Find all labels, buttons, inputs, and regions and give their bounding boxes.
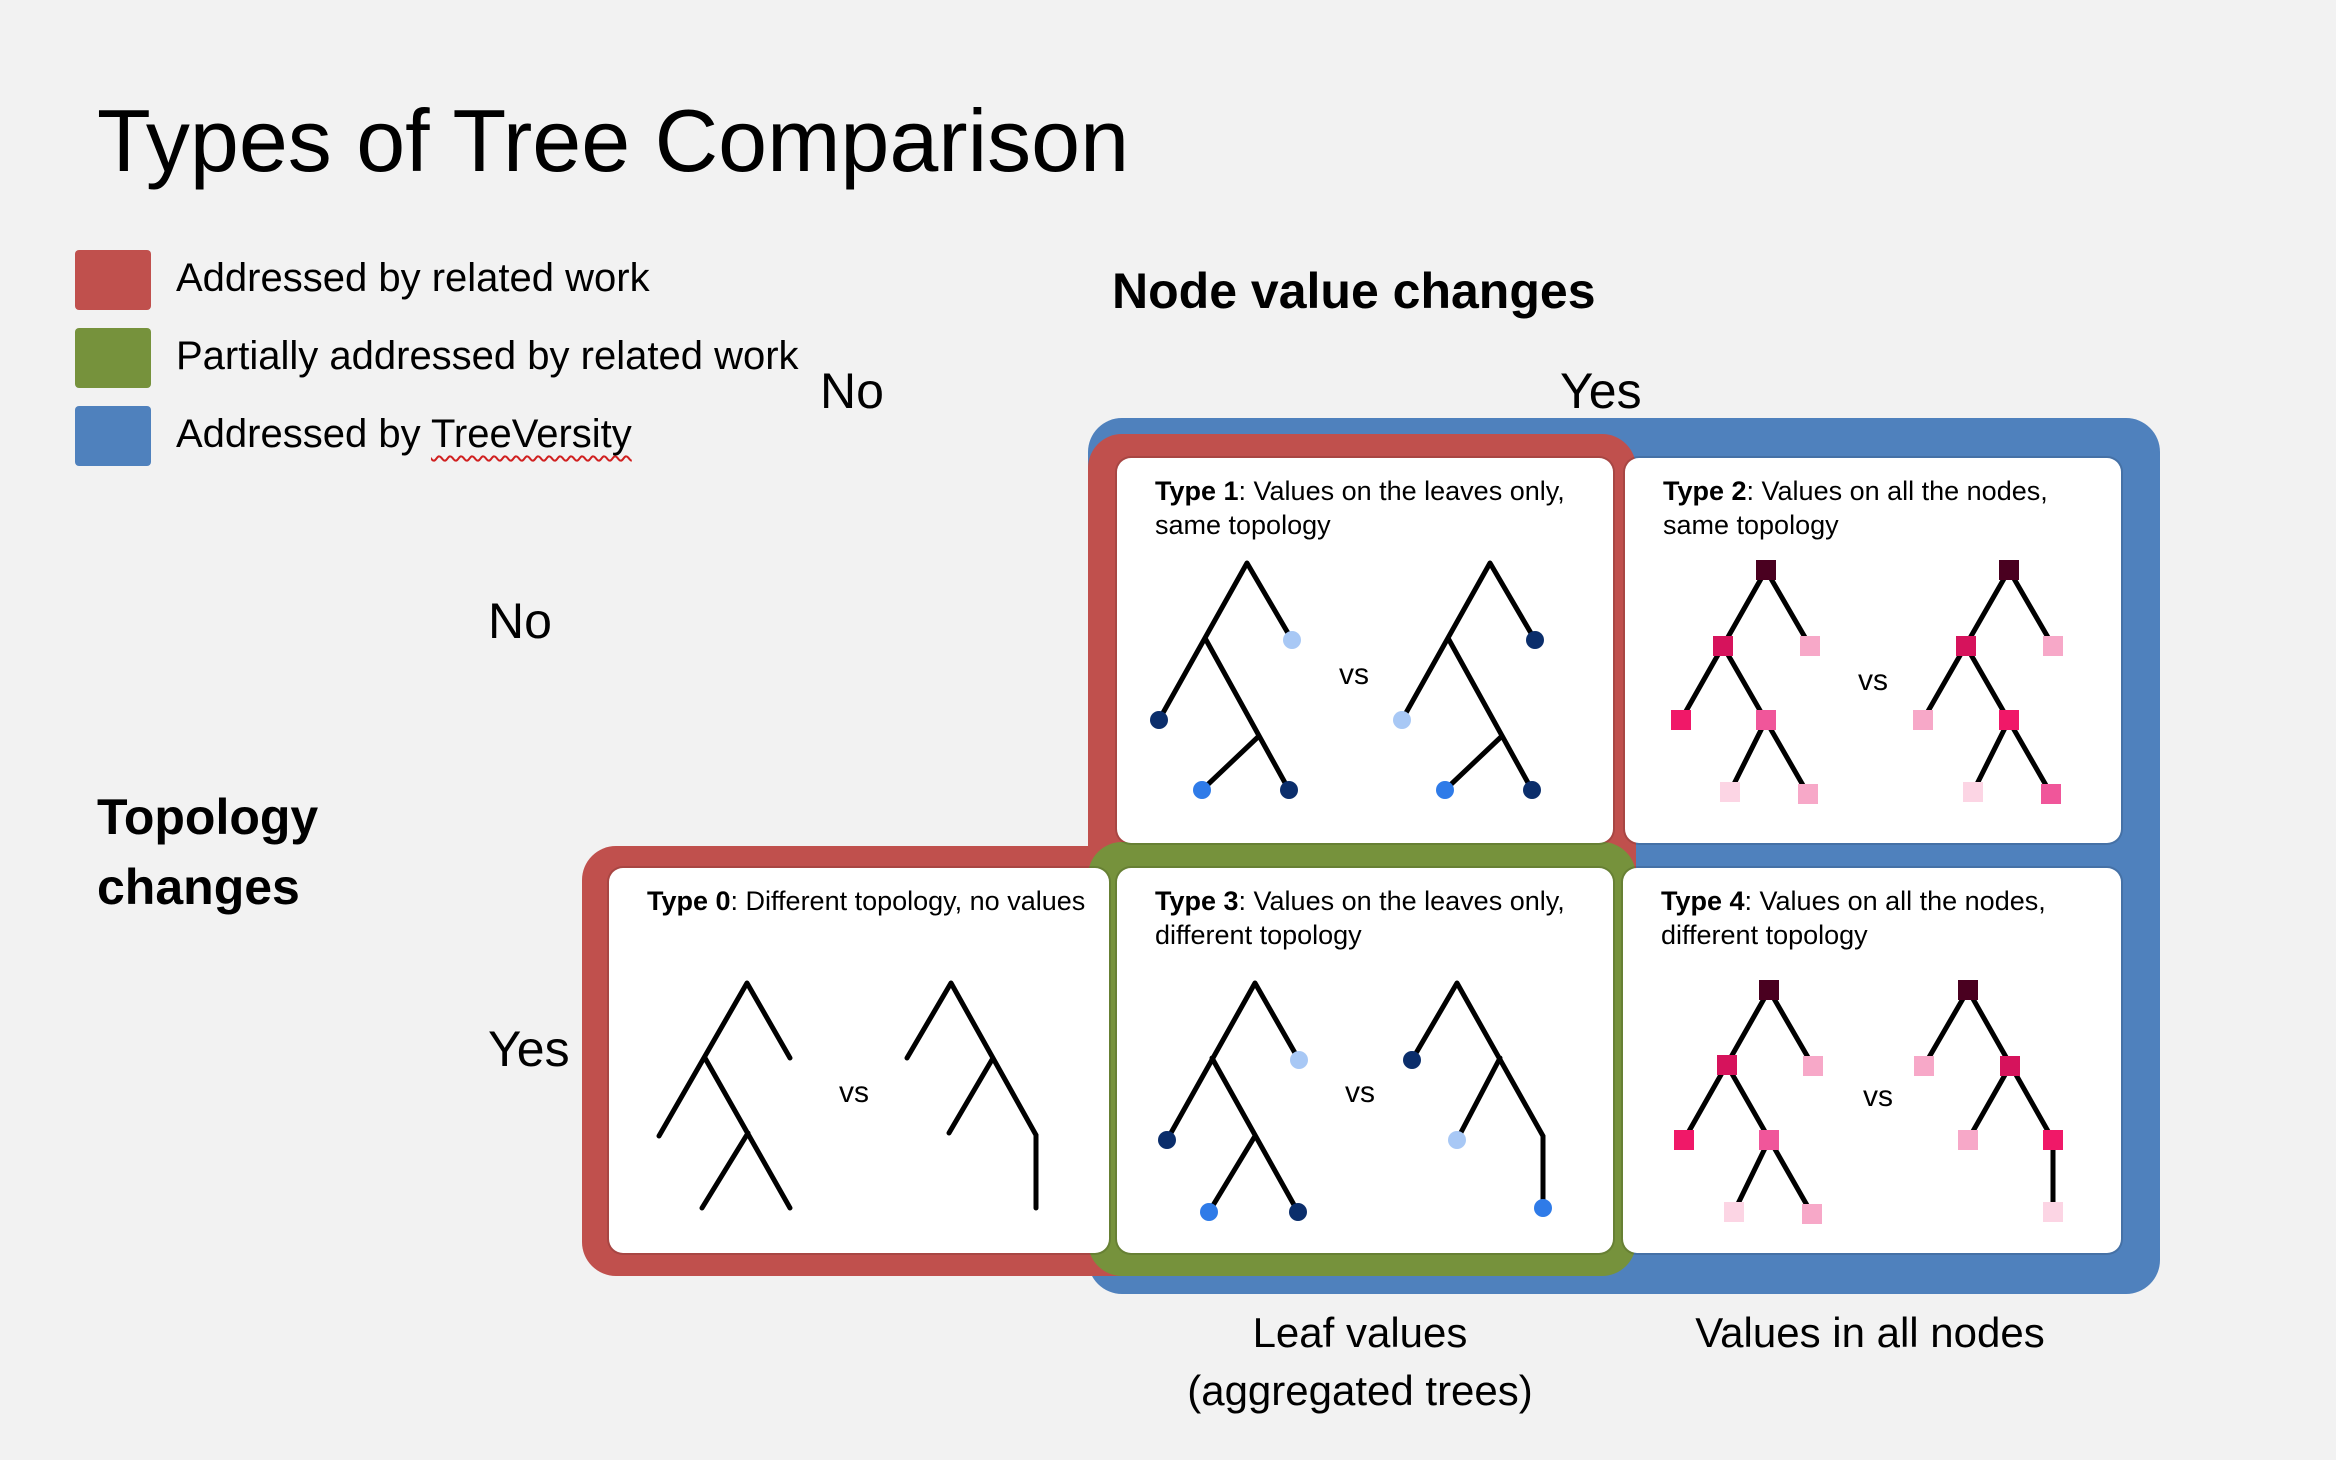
type3-left-leaf-top	[1290, 1051, 1308, 1069]
legend-label-related-work: Addressed by related work	[176, 256, 650, 300]
type1-left-leaf-mid	[1150, 711, 1168, 729]
type2-trees	[1671, 560, 2063, 804]
panel-type3: Type 3: Values on the leaves only, diffe…	[1117, 868, 1613, 1253]
type4-right-leaf-top	[1914, 1056, 1934, 1076]
footer-all-nodes: Values in all nodes	[1695, 1309, 2045, 1356]
type3-trees	[1158, 980, 1552, 1221]
type2-right-leaf-top	[2043, 636, 2063, 656]
type3-left-leaf-mid	[1158, 1131, 1176, 1149]
legend-label-treeversity-prefix: Addressed by	[176, 412, 431, 456]
node-value-changes-heading: Node value changes	[1112, 263, 1596, 319]
legend-swatch-blue	[75, 406, 151, 466]
type4-left-leaf-top	[1803, 1056, 1823, 1076]
type4-right-leaf-mid	[1958, 1130, 1978, 1150]
type4-right-inner2	[2043, 1130, 2063, 1150]
type1-left-leaf-bl	[1193, 781, 1211, 799]
type2-left-root	[1756, 560, 1776, 580]
type3-vs: vs	[1345, 1076, 1375, 1109]
type4-vs: vs	[1863, 1080, 1893, 1113]
type2-vs: vs	[1858, 664, 1888, 697]
type3-right-leaf-top	[1403, 1051, 1421, 1069]
type0-vs: vs	[839, 1076, 869, 1109]
panel-type2: Type 2: Values on all the nodes, same to…	[1625, 458, 2121, 843]
topology-changes-heading-line2: changes	[97, 859, 300, 915]
topology-changes-heading-line1: Topology	[97, 789, 319, 845]
type4-left-root	[1759, 980, 1779, 1000]
panel-type1: Type 1: Values on the leaves only, same …	[1117, 458, 1613, 843]
type2-left-inner2	[1756, 710, 1776, 730]
type1-right-leaf-mid	[1393, 711, 1411, 729]
type2-left-leaf-mid	[1671, 710, 1691, 730]
type2-left-leaf-bl	[1720, 782, 1740, 802]
type3-right-leaf-br	[1534, 1199, 1552, 1217]
topology-no-label: No	[488, 593, 552, 649]
panel-type4: Type 4: Values on all the nodes, differe…	[1623, 868, 2121, 1253]
page-title: Types of Tree Comparison	[97, 91, 1130, 190]
node-value-yes-label: Yes	[1560, 363, 1642, 419]
type2-right-inner2	[1999, 710, 2019, 730]
type2-right-leaf-mid	[1913, 710, 1933, 730]
type4-left-leaf-br	[1802, 1204, 1822, 1224]
type2-left-leaf-br	[1798, 784, 1818, 804]
type1-vs: vs	[1339, 658, 1369, 691]
footer-leaf-values-line2: (aggregated trees)	[1187, 1367, 1533, 1414]
type2-right-leaf-bl	[1963, 782, 1983, 802]
legend-swatch-green	[75, 328, 151, 388]
type0-trees	[656, 980, 1039, 1211]
type3-right-leaf-mid	[1448, 1131, 1466, 1149]
type3-left-leaf-bl	[1200, 1203, 1218, 1221]
type4-trees	[1674, 980, 2063, 1224]
type1-left-leaf-br	[1280, 781, 1298, 799]
type4-left-inner2	[1759, 1130, 1779, 1150]
type4-right-leaf-br	[2043, 1202, 2063, 1222]
type2-left-inner	[1713, 636, 1733, 656]
type1-right-leaf-top	[1526, 631, 1544, 649]
type3-left-leaf-br	[1289, 1203, 1307, 1221]
type2-left-leaf-top	[1800, 636, 1820, 656]
type4-left-leaf-bl	[1724, 1202, 1744, 1222]
type4-right-root	[1958, 980, 1978, 1000]
type4-left-leaf-mid	[1674, 1130, 1694, 1150]
type1-left-leaf-top	[1283, 631, 1301, 649]
footer-leaf-values: Leaf values (aggregated trees)	[1160, 1304, 1560, 1420]
legend-label-partially-related-work: Partially addressed by related work	[176, 334, 799, 378]
footer-leaf-values-line1: Leaf values	[1252, 1309, 1468, 1356]
legend-swatch-red	[75, 250, 151, 310]
topology-yes-label: Yes	[488, 1021, 570, 1077]
type4-right-inner	[2000, 1056, 2020, 1076]
type2-right-root	[1999, 560, 2019, 580]
legend-label-treeversity-name: TreeVersity	[430, 412, 632, 456]
type1-trees	[1150, 560, 1544, 799]
type1-right-leaf-bl	[1436, 781, 1454, 799]
type1-right-leaf-br	[1523, 781, 1541, 799]
legend-label-treeversity: Addressed by TreeVersity	[176, 412, 632, 457]
type2-right-leaf-br	[2041, 784, 2061, 804]
type4-left-inner	[1717, 1055, 1737, 1075]
type2-right-inner	[1956, 636, 1976, 656]
panel-type0: Type 0: Different topology, no values vs	[609, 868, 1109, 1253]
node-value-no-label: No	[820, 363, 884, 419]
